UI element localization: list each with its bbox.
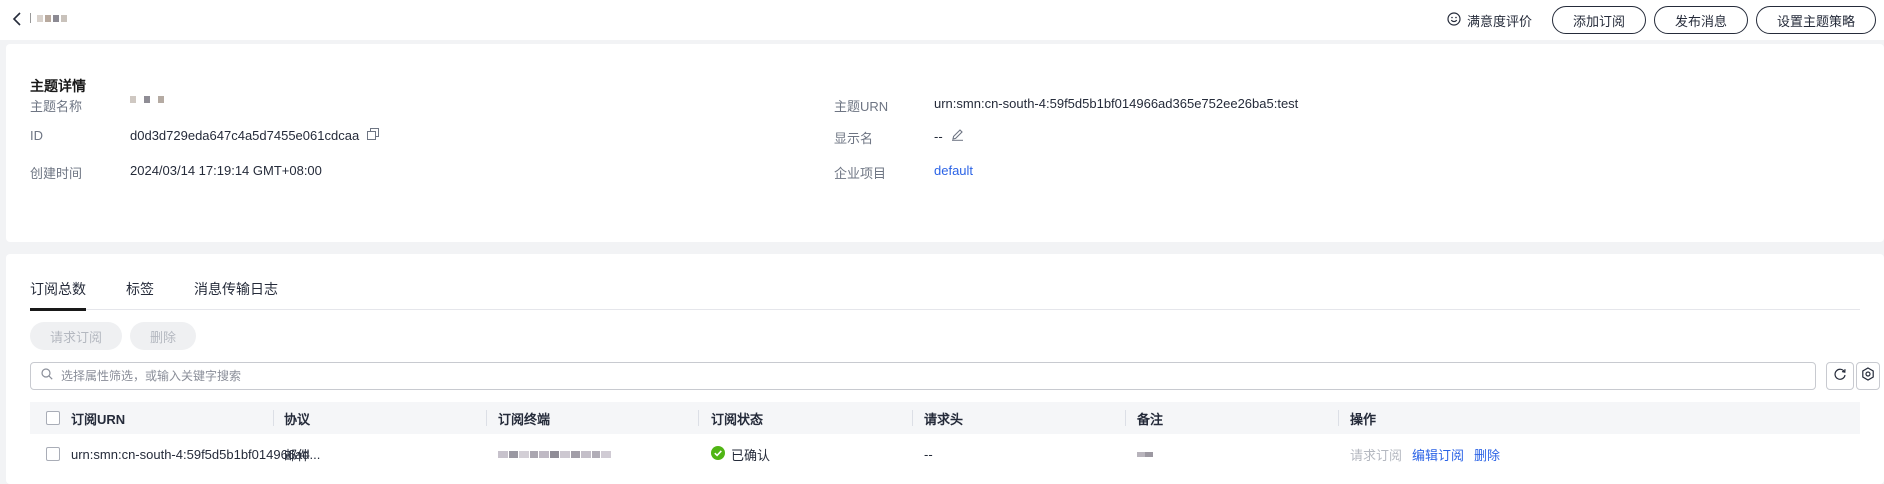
row-request-subscription-link[interactable]: 请求订阅 [1350, 445, 1402, 464]
topic-name-label: 主题名称 [30, 99, 83, 114]
smiley-icon [1447, 11, 1461, 29]
tab-message-logs[interactable]: 消息传输日志 [194, 274, 278, 310]
col-remark: 备注 [1137, 411, 1164, 427]
id-text: d0d3d729eda647c4a5d7455e061cdcaa [130, 128, 360, 143]
col-status: 订阅状态 [711, 411, 764, 427]
subscription-tabs: 订阅总数 标签 消息传输日志 [30, 274, 1860, 311]
copy-icon[interactable] [367, 128, 380, 143]
publish-message-button[interactable]: 发布消息 [1653, 6, 1748, 34]
row-delete-link[interactable]: 删除 [1474, 445, 1500, 464]
search-icon [41, 367, 53, 385]
row-request-header: -- [924, 446, 933, 462]
topic-urn-value: urn:smn:cn-south-4:59f5d5b1bf014966ad365… [934, 96, 1299, 111]
topic-name-redacted [30, 13, 67, 23]
row-urn: urn:smn:cn-south-4:59f5d5b1bf014966ad... [71, 446, 321, 462]
subscription-card: 订阅总数 标签 消息传输日志 请求订阅 删除 订阅URN 协议 订阅终端 订阅状… [6, 254, 1884, 484]
id-value: d0d3d729eda647c4a5d7455e061cdcaa [130, 128, 380, 143]
row-actions: 请求订阅 编辑订阅 删除 [1350, 434, 1500, 474]
row-edit-subscription-link[interactable]: 编辑订阅 [1412, 445, 1464, 464]
row-checkbox[interactable] [46, 447, 60, 461]
tab-subscriptions[interactable]: 订阅总数 [30, 274, 86, 311]
id-label: ID [30, 128, 43, 143]
search-input[interactable] [59, 368, 1759, 384]
display-name-value: -- [934, 128, 964, 144]
display-name-text: -- [934, 128, 943, 144]
tab-tags[interactable]: 标签 [126, 274, 154, 310]
topic-detail-card: 主题详情 主题名称 ID d0d3d729eda647c4a5d7455e061… [6, 44, 1884, 242]
topic-urn-label: 主题URN [834, 99, 889, 114]
page-header: 满意度评价 添加订阅 发布消息 设置主题策略 [0, 0, 1884, 40]
table-header: 订阅URN 协议 订阅终端 订阅状态 请求头 备注 操作 [30, 402, 1860, 434]
display-name-label: 显示名 [834, 131, 874, 146]
row-endpoint-redacted [498, 434, 611, 474]
row-remark-redacted [1137, 434, 1153, 474]
bulk-actions: 请求订阅 删除 [30, 322, 197, 350]
topic-name-value-redacted [130, 96, 164, 103]
search-bar [30, 362, 1816, 390]
col-request-header: 请求头 [924, 411, 964, 427]
col-endpoint: 订阅终端 [498, 411, 551, 427]
card-title: 主题详情 [30, 78, 86, 94]
col-actions: 操作 [1350, 411, 1377, 427]
created-time-label: 创建时间 [30, 166, 83, 181]
row-status: 已确认 [711, 434, 770, 474]
created-time-value: 2024/03/14 17:19:14 GMT+08:00 [130, 163, 322, 178]
success-check-icon [711, 445, 725, 463]
status-text: 已确认 [731, 447, 771, 463]
edit-pencil-icon[interactable] [951, 128, 964, 144]
table-row: urn:smn:cn-south-4:59f5d5b1bf014966ad...… [30, 434, 1860, 474]
settings-button[interactable] [1856, 362, 1880, 390]
row-protocol: 邮件 [284, 447, 311, 463]
col-urn: 订阅URN [71, 411, 126, 427]
request-subscription-button[interactable]: 请求订阅 [30, 322, 123, 350]
set-topic-policy-button[interactable]: 设置主题策略 [1755, 6, 1876, 34]
refresh-button[interactable] [1826, 362, 1854, 390]
col-protocol: 协议 [284, 411, 311, 427]
add-subscription-button[interactable]: 添加订阅 [1551, 6, 1646, 34]
select-all-checkbox[interactable] [46, 411, 60, 425]
gear-icon [1861, 366, 1875, 386]
enterprise-project-link[interactable]: default [934, 163, 973, 178]
header-actions: 满意度评价 添加订阅 发布消息 设置主题策略 [1447, 6, 1876, 34]
satisfaction-label: 满意度评价 [1466, 13, 1532, 29]
enterprise-project-label: 企业项目 [834, 166, 887, 181]
delete-button[interactable]: 删除 [130, 322, 197, 350]
refresh-icon [1833, 367, 1847, 386]
satisfaction-rating-link[interactable]: 满意度评价 [1447, 11, 1532, 30]
back-arrow-icon[interactable] [10, 11, 26, 27]
